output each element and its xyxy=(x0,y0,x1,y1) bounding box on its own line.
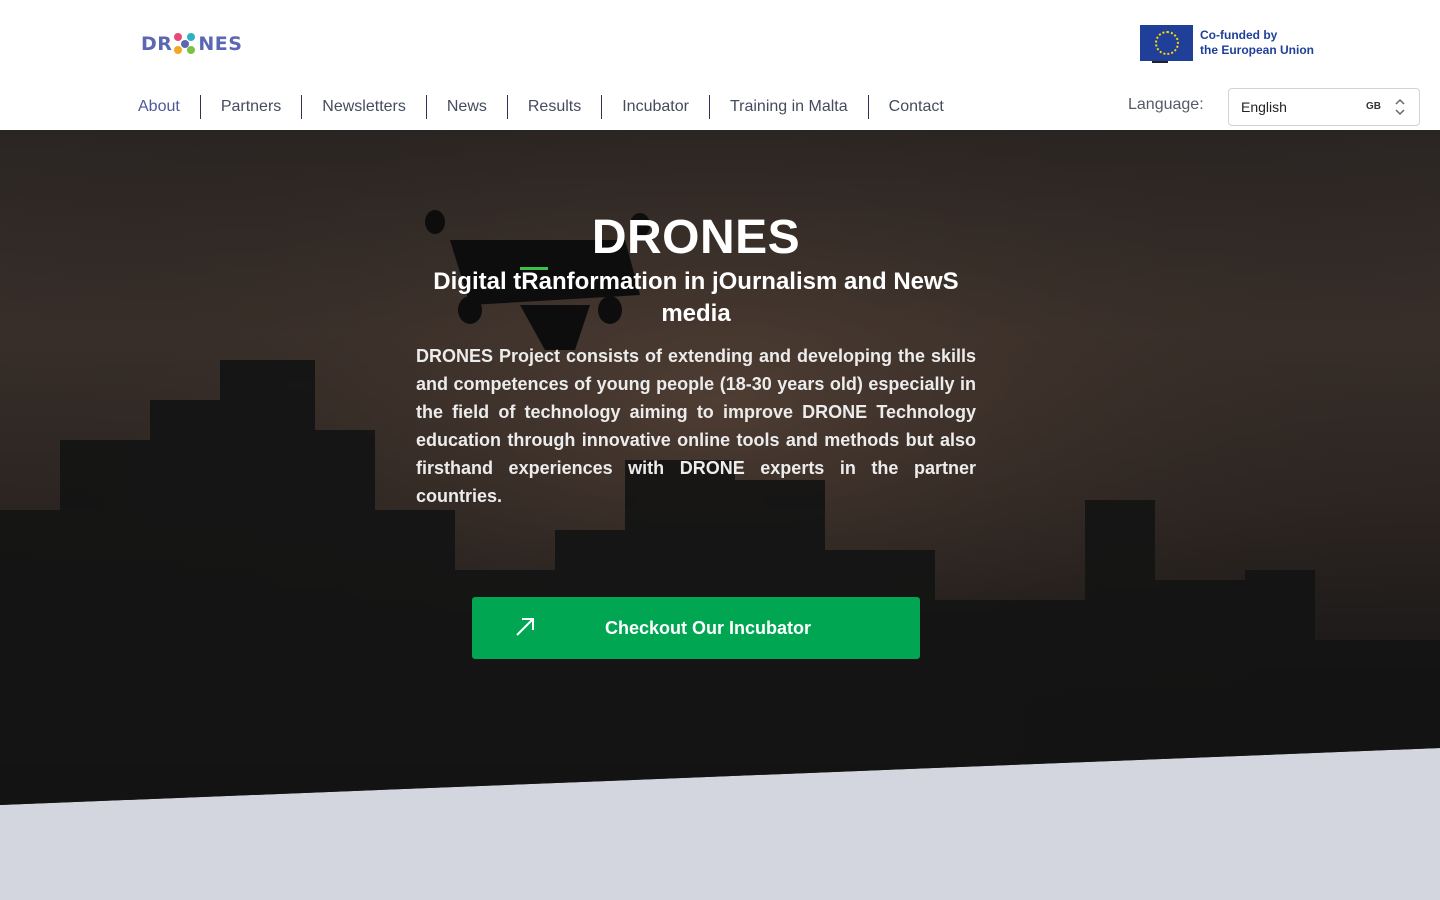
nav-item-results[interactable]: Results xyxy=(506,95,601,119)
gb-flag-label: GB xyxy=(1366,101,1381,112)
language-select[interactable]: English GB xyxy=(1228,88,1420,126)
eu-cofunded-text: Co-funded by the European Union xyxy=(1200,28,1314,58)
logo-text-left: DR xyxy=(141,33,173,55)
eu-flag-icon xyxy=(1140,25,1193,61)
drones-logo[interactable]: DR NES xyxy=(141,31,242,57)
arrow-up-right-icon xyxy=(516,618,534,636)
nav-item-about[interactable]: About xyxy=(118,95,200,119)
language-label: Language: xyxy=(1128,96,1204,113)
logo-text-right: NES xyxy=(198,33,243,55)
hero-title: DRONES xyxy=(591,211,801,264)
checkout-incubator-label: Checkout Our Incubator xyxy=(604,617,811,638)
nav-item-training-in-malta[interactable]: Training in Malta xyxy=(708,95,868,119)
hero-section: DRONES Digital tRanformation in jOurnali… xyxy=(0,130,1440,900)
hero-subtitle: Digital tRanformation in jOurnalism and … xyxy=(433,268,959,327)
hero-description: DRONES Project consists of extending and… xyxy=(416,346,976,506)
drone-logo-icon xyxy=(174,33,196,55)
hero-content: DRONES Digital tRanformation in jOurnali… xyxy=(416,212,976,510)
nav-item-partners[interactable]: Partners xyxy=(199,95,301,119)
main-nav: About Partners Newsletters News Results … xyxy=(118,94,964,120)
nav-item-contact[interactable]: Contact xyxy=(867,95,964,119)
eu-line-2: the European Union xyxy=(1200,43,1314,57)
eu-underline xyxy=(1152,61,1168,63)
nav-item-incubator[interactable]: Incubator xyxy=(601,95,709,119)
chevron-up-down-icon xyxy=(1395,98,1405,116)
site-header: DR NES Co-funded by the European Union A… xyxy=(0,0,1440,130)
nav-item-newsletters[interactable]: Newsletters xyxy=(301,95,426,119)
language-select-value: English xyxy=(1241,99,1287,115)
nav-item-news[interactable]: News xyxy=(425,95,507,119)
eu-cofunded-badge: Co-funded by the European Union xyxy=(1140,25,1314,61)
eu-line-1: Co-funded by xyxy=(1200,28,1278,42)
checkout-incubator-button[interactable]: Checkout Our Incubator xyxy=(472,597,920,659)
